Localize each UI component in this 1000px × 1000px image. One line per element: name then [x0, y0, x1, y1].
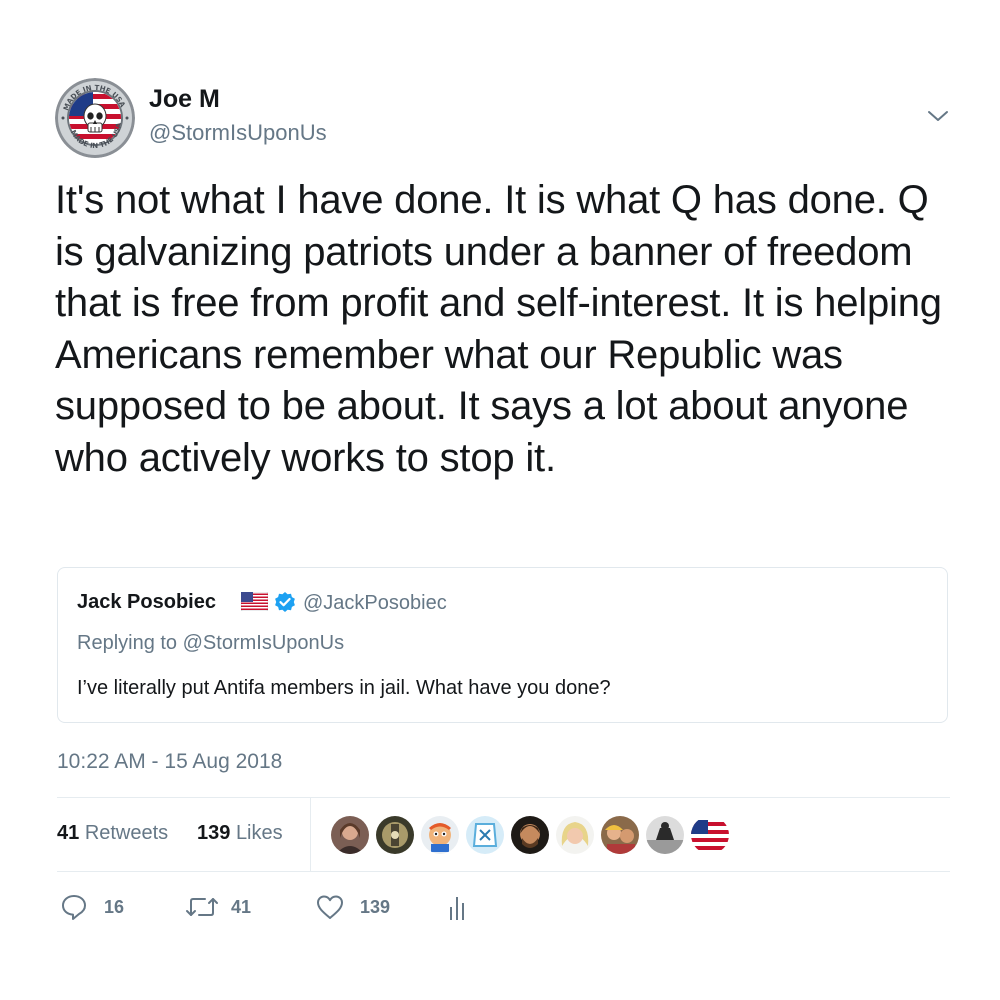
- tweet-text: It's not what I have done. It is what Q …: [55, 178, 942, 480]
- reply-icon: [62, 895, 86, 920]
- reply-button[interactable]: 16: [60, 893, 140, 923]
- retweets-stat[interactable]: 41 Retweets: [57, 822, 168, 845]
- liker-avatar[interactable]: [420, 815, 460, 855]
- heart-icon: [317, 895, 343, 919]
- replying-to: Replying to @StormIsUponUs: [77, 632, 345, 654]
- quoted-author-handle: @JackPosobiec: [303, 592, 447, 614]
- tweet-timestamp[interactable]: 10:22 AM - 15 Aug 2018: [57, 750, 282, 774]
- retweet-button[interactable]: 41: [185, 893, 265, 923]
- chevron-down-icon[interactable]: [926, 107, 950, 125]
- likes-label: Likes: [235, 822, 283, 844]
- like-button[interactable]: 139: [315, 893, 405, 923]
- quoted-author-name: Jack Posobiec: [77, 591, 216, 613]
- retweets-count: 41: [57, 822, 80, 844]
- author-name[interactable]: Joe M: [149, 85, 220, 114]
- retweets-label: Retweets: [84, 822, 169, 844]
- tweet-card: MADE IN THE USA MADE IN THE USA Joe M @S…: [0, 0, 1000, 1000]
- likers-avatars: [330, 815, 750, 855]
- analytics-button[interactable]: [446, 893, 470, 923]
- bar-chart-icon: [450, 897, 464, 920]
- author-handle[interactable]: @StormIsUponUs: [149, 120, 327, 146]
- liker-avatar[interactable]: [555, 815, 595, 855]
- quoted-tweet-text: I’ve literally put Antifa members in jai…: [77, 677, 611, 699]
- retweet-count: 41: [231, 897, 252, 917]
- us-flag-icon[interactable]: [690, 815, 730, 855]
- stats-divider: [310, 797, 311, 871]
- divider: [57, 871, 950, 872]
- made-in-usa-badge-icon: MADE IN THE USA MADE IN THE USA: [55, 78, 135, 158]
- divider: [57, 797, 950, 798]
- quoted-tweet[interactable]: Jack Posobiec @JackPosobiec Replying to …: [57, 567, 948, 723]
- liker-avatar[interactable]: [330, 815, 370, 855]
- us-flag-icon: [240, 591, 269, 612]
- liker-avatar[interactable]: [600, 815, 640, 855]
- liker-avatar[interactable]: [465, 815, 505, 855]
- likes-stat[interactable]: 139 Likes: [197, 822, 283, 845]
- likes-count: 139: [197, 822, 231, 844]
- author-avatar[interactable]: MADE IN THE USA MADE IN THE USA: [55, 78, 135, 158]
- verified-badge-icon: [274, 591, 296, 613]
- liker-avatar[interactable]: [510, 815, 550, 855]
- retweet-icon: [186, 898, 218, 916]
- like-count: 139: [360, 897, 391, 917]
- liker-avatar[interactable]: [645, 815, 685, 855]
- liker-avatar[interactable]: [375, 815, 415, 855]
- reply-count: 16: [104, 897, 125, 917]
